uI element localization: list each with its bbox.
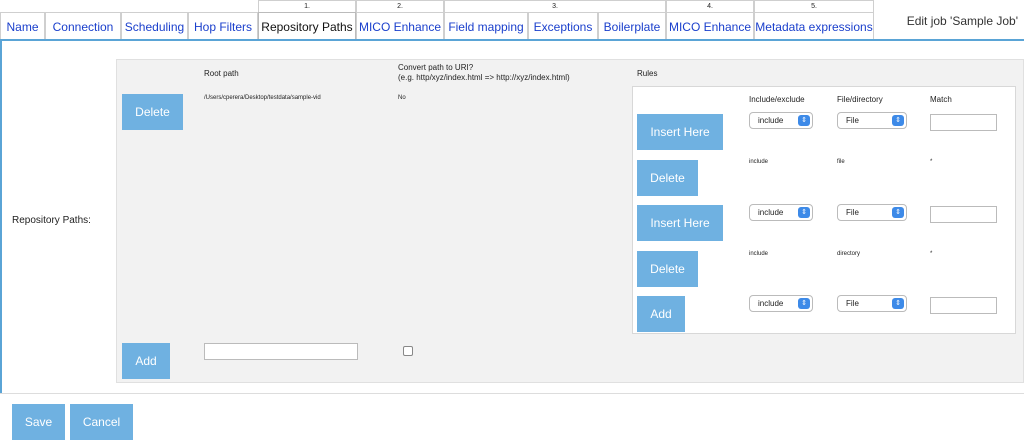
tab-label: MICO Enhance (668, 19, 752, 34)
header-root-path: Root path (204, 69, 239, 78)
tab-label: Repository Paths (261, 20, 353, 34)
tab-number: 4. (666, 0, 754, 12)
file-select[interactable]: File ⇕ (837, 295, 907, 312)
tab-mico-enhance-2[interactable]: MICO Enhance (666, 12, 754, 40)
insert-here-button[interactable]: Insert Here (637, 114, 723, 150)
tab-field-mapping[interactable]: Field mapping (444, 12, 528, 40)
chevron-updown-icon: ⇕ (798, 207, 810, 218)
tab-label: Metadata expressions (755, 19, 873, 34)
convert-value: No (398, 95, 406, 101)
tab-name[interactable]: Name (0, 12, 45, 40)
tab-metadata-expressions[interactable]: Metadata expressions (754, 12, 874, 40)
select-value: File (846, 208, 859, 217)
rule-type: include (749, 251, 769, 257)
tab-label: Boilerplate (603, 19, 661, 34)
tab-scheduling[interactable]: Scheduling (121, 12, 188, 40)
file-select[interactable]: File ⇕ (837, 204, 907, 221)
chevron-updown-icon: ⇕ (892, 298, 904, 309)
convert-uri-checkbox[interactable] (403, 346, 413, 356)
delete-rule-button[interactable]: Delete (637, 160, 698, 196)
chevron-updown-icon: ⇕ (892, 115, 904, 126)
add-path-button[interactable]: Add (122, 343, 170, 379)
tab-number: 1. (258, 0, 356, 12)
select-value: include (758, 208, 784, 217)
tab-number: 5. (754, 0, 874, 12)
include-select[interactable]: include ⇕ (749, 204, 813, 221)
rules-header-file: File/directory (837, 95, 883, 104)
match-input[interactable] (930, 297, 997, 314)
tab-label: MICO Enhance (358, 19, 442, 34)
include-select[interactable]: include ⇕ (749, 295, 813, 312)
rule-match: * (930, 251, 933, 257)
tab-label: Name (6, 19, 39, 34)
tab-repository-paths[interactable]: Repository Paths (258, 12, 356, 41)
rules-header-include: Include/exclude (749, 95, 805, 104)
select-value: include (758, 299, 784, 308)
tab-hop-filters[interactable]: Hop Filters (188, 12, 258, 40)
select-value: File (846, 299, 859, 308)
delete-path-button[interactable]: Delete (122, 94, 183, 130)
tab-bar: Name Connection Scheduling Hop Filters 1… (0, 0, 1024, 41)
tab-divider (0, 39, 1024, 41)
rule-kind: directory (837, 251, 861, 257)
chevron-updown-icon: ⇕ (892, 207, 904, 218)
page-title: Edit job 'Sample Job' (906, 14, 1018, 28)
tab-mico-enhance-1[interactable]: MICO Enhance (356, 12, 444, 40)
header-convert: Convert path to URI? (398, 63, 474, 72)
rule-kind: file (837, 159, 845, 165)
match-input[interactable] (930, 114, 997, 131)
tab-label: Scheduling (124, 19, 185, 34)
tab-exceptions[interactable]: Exceptions (528, 12, 598, 40)
save-button[interactable]: Save (12, 404, 65, 440)
section-label: Repository Paths: (12, 215, 91, 226)
file-select[interactable]: File ⇕ (837, 112, 907, 129)
footer-divider (0, 393, 1024, 394)
header-convert-example: (e.g. http/xyz/index.html => http://xyz/… (398, 73, 570, 82)
tab-number: 3. (444, 0, 666, 12)
header-rules: Rules (637, 69, 658, 78)
tab-connection[interactable]: Connection (45, 12, 121, 40)
tab-label: Hop Filters (193, 19, 252, 34)
cancel-button[interactable]: Cancel (70, 404, 133, 440)
tab-label: Connection (52, 19, 114, 34)
chevron-updown-icon: ⇕ (798, 115, 810, 126)
tab-label: Exceptions (533, 19, 593, 34)
rule-match: * (930, 159, 933, 165)
chevron-updown-icon: ⇕ (798, 298, 810, 309)
root-path-value: /Users/cperera/Desktop/testdata/sample-v… (204, 95, 321, 101)
new-path-input[interactable] (204, 343, 358, 360)
tab-boilerplate[interactable]: Boilerplate (598, 12, 666, 40)
tab-number: 2. (356, 0, 444, 12)
delete-rule-button[interactable]: Delete (637, 251, 698, 287)
select-value: include (758, 116, 784, 125)
include-select[interactable]: include ⇕ (749, 112, 813, 129)
select-value: File (846, 116, 859, 125)
left-border (0, 39, 2, 393)
insert-here-button[interactable]: Insert Here (637, 205, 723, 241)
rules-header-match: Match (930, 95, 952, 104)
match-input[interactable] (930, 206, 997, 223)
tab-label: Field mapping (448, 19, 524, 34)
rule-type: include (749, 159, 769, 165)
add-rule-button[interactable]: Add (637, 296, 685, 332)
